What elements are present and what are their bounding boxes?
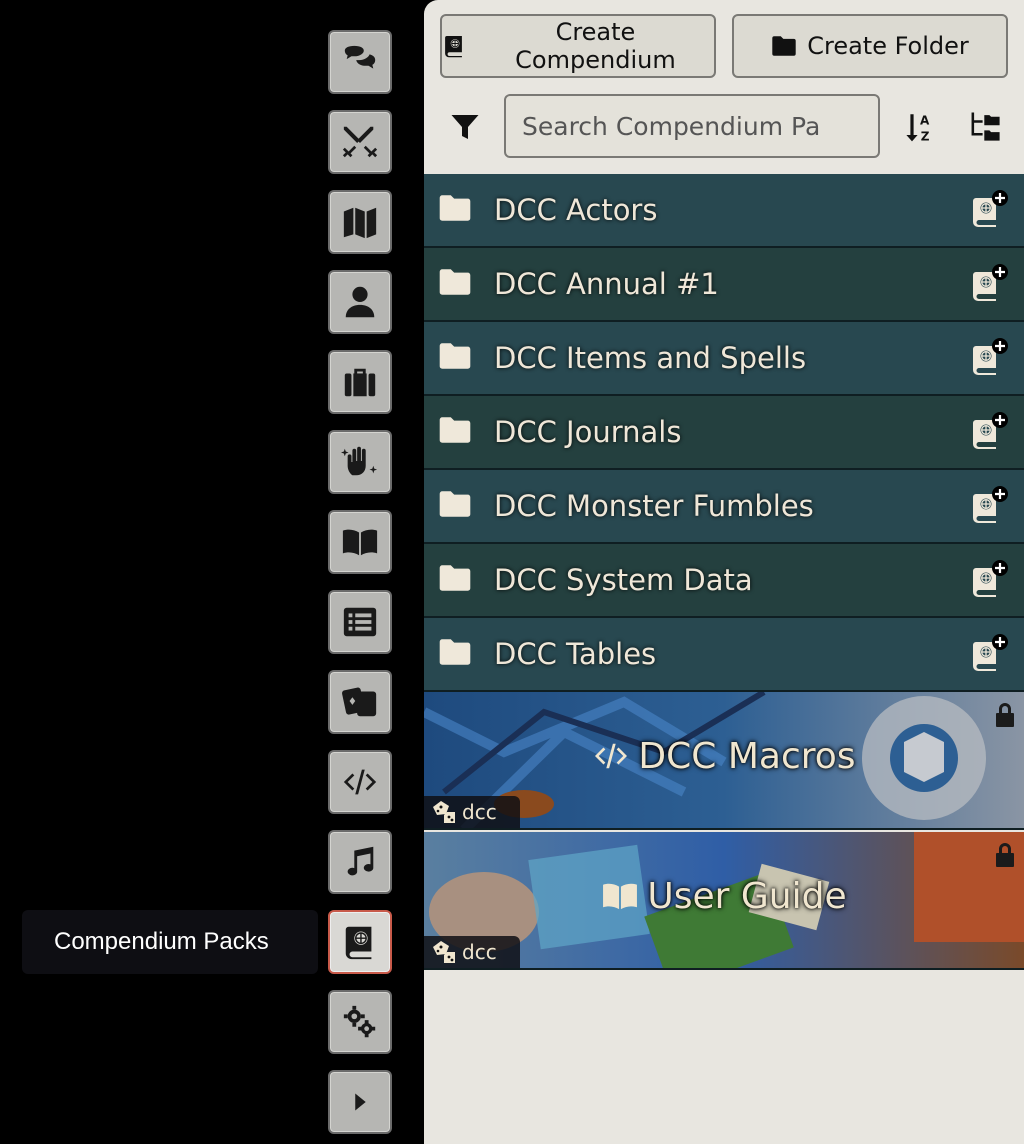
system-label: dcc: [462, 800, 497, 824]
folder-icon: [438, 415, 472, 449]
compendium-tab[interactable]: [328, 910, 392, 974]
items-tab[interactable]: [328, 350, 392, 414]
atlas-icon: [345, 926, 372, 960]
system-badge: dcc: [424, 936, 520, 968]
dice-icon: [433, 941, 455, 963]
create-compendium-in-folder-icon[interactable]: [968, 632, 1012, 676]
dice-icon: [433, 801, 455, 823]
search-input[interactable]: [504, 94, 880, 158]
filter-icon[interactable]: [450, 112, 480, 142]
compendium-panel: Create Compendium Create Folder AZ DCC A…: [424, 0, 1024, 1144]
effects-tab[interactable]: [328, 430, 392, 494]
list-icon: [343, 607, 377, 637]
tables-tab[interactable]: [328, 590, 392, 654]
folder-row[interactable]: DCC Tables: [424, 618, 1024, 692]
pack-title-label: DCC Macros: [638, 736, 856, 777]
pack-title: User Guide: [424, 876, 1024, 917]
folder-icon: [438, 193, 472, 227]
create-compendium-button[interactable]: Create Compendium: [440, 14, 716, 78]
folder-row[interactable]: DCC Items and Spells: [424, 322, 1024, 396]
collapse-tab[interactable]: [328, 1070, 392, 1134]
folder-tree-icon[interactable]: [968, 110, 1004, 144]
folder-label: DCC Annual #1: [494, 267, 719, 301]
lock-icon[interactable]: [994, 702, 1016, 728]
compendium-pack[interactable]: DCC Macros dcc: [424, 692, 1024, 830]
folder-label: DCC System Data: [494, 563, 753, 597]
suitcase-icon: [344, 368, 376, 397]
journal-tab[interactable]: [328, 510, 392, 574]
sort-alpha-icon[interactable]: AZ: [904, 110, 936, 144]
system-label: dcc: [462, 940, 497, 964]
folder-label: DCC Actors: [494, 193, 658, 227]
cogs-icon: [343, 1005, 376, 1038]
pack-title: DCC Macros: [424, 736, 1024, 777]
svg-text:A: A: [920, 114, 930, 128]
cards-icon: [342, 687, 377, 717]
cards-tab[interactable]: [328, 670, 392, 734]
folder-icon: [438, 489, 472, 523]
map-icon: [343, 207, 377, 239]
create-compendium-in-folder-icon[interactable]: [968, 410, 1012, 454]
code-icon: [343, 769, 377, 795]
code-icon: [595, 743, 628, 769]
create-compendium-in-folder-icon[interactable]: [968, 262, 1012, 306]
compendium-pack[interactable]: User Guide dcc: [424, 832, 1024, 970]
folder-icon: [438, 267, 472, 301]
folder-row[interactable]: DCC Journals: [424, 396, 1024, 470]
combat-tab[interactable]: [328, 110, 392, 174]
folder-label: DCC Tables: [494, 637, 657, 671]
folder-row[interactable]: DCC Annual #1: [424, 248, 1024, 322]
settings-tab[interactable]: [328, 990, 392, 1054]
create-compendium-in-folder-icon[interactable]: [968, 484, 1012, 528]
create-compendium-in-folder-icon[interactable]: [968, 336, 1012, 380]
folder-label: DCC Items and Spells: [494, 341, 807, 375]
lock-icon[interactable]: [994, 842, 1016, 868]
music-icon: [347, 846, 374, 876]
folder-icon: [438, 637, 472, 671]
crossed-swords-icon: [342, 126, 378, 158]
book-open-icon: [603, 883, 638, 910]
book-open-icon: [342, 529, 378, 556]
folder-label: DCC Monster Fumbles: [494, 489, 814, 523]
folder-row[interactable]: DCC Actors: [424, 174, 1024, 248]
create-compendium-in-folder-icon[interactable]: [968, 558, 1012, 602]
caret-right-icon: [355, 1093, 366, 1111]
folder-icon: [772, 36, 796, 56]
system-badge: dcc: [424, 796, 520, 828]
create-folder-button[interactable]: Create Folder: [732, 14, 1008, 78]
actors-tab[interactable]: [328, 270, 392, 334]
folder-label: DCC Journals: [494, 415, 682, 449]
create-compendium-label: Create Compendium: [515, 18, 676, 74]
pack-title-label: User Guide: [647, 876, 847, 917]
folder-row[interactable]: DCC Monster Fumbles: [424, 470, 1024, 544]
folder-row[interactable]: DCC System Data: [424, 544, 1024, 618]
atlas-icon: [445, 36, 462, 58]
user-icon: [345, 286, 375, 318]
folder-icon: [438, 341, 472, 375]
comments-icon: [344, 45, 376, 69]
svg-text:Z: Z: [921, 130, 930, 144]
macros-tab[interactable]: [328, 750, 392, 814]
create-compendium-in-folder-icon[interactable]: [968, 188, 1012, 232]
tooltip: Compendium Packs: [22, 910, 318, 974]
playlists-tab[interactable]: [328, 830, 392, 894]
folder-icon: [438, 563, 472, 597]
create-folder-label: Create Folder: [807, 32, 969, 60]
scenes-tab[interactable]: [328, 190, 392, 254]
hand-sparkles-icon: [341, 446, 378, 476]
chat-tab[interactable]: [328, 30, 392, 94]
